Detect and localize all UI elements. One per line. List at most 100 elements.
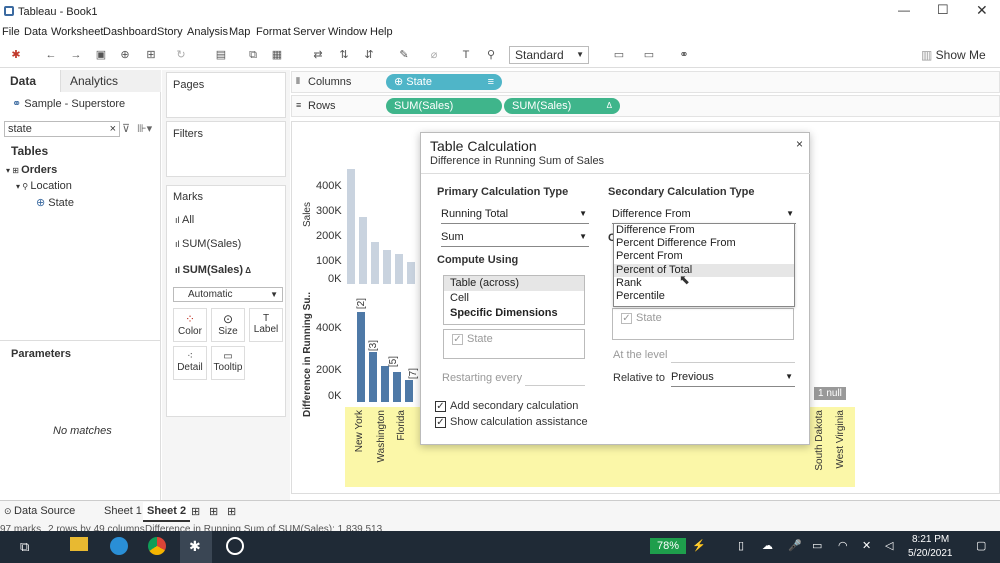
label-icon[interactable]: T: [459, 48, 473, 62]
secondary-calc-select[interactable]: Difference From ▼: [612, 206, 796, 224]
bottom-bar[interactable]: [369, 352, 377, 402]
pin-icon[interactable]: ⚲: [484, 48, 498, 62]
group-icon[interactable]: ⌀: [427, 48, 441, 62]
pill-sum-sales-2[interactable]: SUM(Sales) Δ: [504, 98, 620, 114]
pill-state[interactable]: ⊕ State ≡: [386, 74, 502, 90]
refresh-icon[interactable]: ↻: [174, 48, 188, 62]
volume-icon[interactable]: ◁: [885, 539, 893, 552]
detail-button[interactable]: ⁖ Detail: [173, 346, 207, 380]
cloud-icon[interactable]: ☁: [762, 539, 773, 552]
pause-icon[interactable]: ⊞: [144, 48, 158, 62]
rows-shelf[interactable]: ≡ Rows SUM(Sales) SUM(Sales) Δ: [291, 95, 1000, 117]
size-button[interactable]: ⊙ Size: [211, 308, 245, 342]
menu-format[interactable]: Format: [256, 26, 291, 38]
bottom-bar[interactable]: [357, 312, 365, 402]
state-label[interactable]: New York: [354, 410, 365, 452]
add-secondary-checkbox[interactable]: ✓ Add secondary calculation: [435, 400, 578, 412]
marks-sum-sales-2[interactable]: ıl SUM(Sales) Δ: [175, 264, 251, 276]
tray-icon[interactable]: ▯: [738, 539, 744, 552]
sheet2-tab[interactable]: Sheet 2: [143, 502, 191, 522]
state-label[interactable]: Washington: [376, 410, 387, 462]
datasource-name[interactable]: ⚭ Sample - Superstore: [12, 97, 125, 110]
marks-sum-sales[interactable]: ıl SUM(Sales): [175, 238, 241, 250]
filter-icon[interactable]: ⊽: [122, 122, 130, 135]
obs-icon[interactable]: [226, 537, 244, 555]
maximize-icon[interactable]: ☐: [937, 2, 949, 18]
state-label[interactable]: Florida: [396, 410, 407, 441]
view-mode-select[interactable]: Standard ▼: [509, 46, 589, 64]
option-percentile[interactable]: Percentile: [614, 290, 794, 304]
view-options-icon[interactable]: ⊪▾: [137, 122, 152, 135]
at-level-select[interactable]: [671, 362, 795, 363]
new-sheet-icon[interactable]: ▤: [214, 48, 228, 62]
option-rank[interactable]: Rank: [614, 277, 794, 290]
bottom-bar[interactable]: [405, 380, 413, 402]
menu-dashboard[interactable]: Dashboard: [103, 26, 157, 38]
clear-search-icon[interactable]: ×: [110, 122, 116, 136]
field-state[interactable]: ⊕ State: [36, 196, 74, 209]
compute-item-specific[interactable]: Specific Dimensions: [444, 306, 584, 321]
top-bar[interactable]: [371, 242, 379, 284]
top-bar[interactable]: [347, 169, 355, 284]
tooltip-button[interactable]: ▭ Tooltip: [211, 346, 245, 380]
microphone-icon[interactable]: 🎤: [788, 539, 802, 552]
undo-icon[interactable]: ←: [44, 48, 58, 62]
dim-state[interactable]: ✓ State: [444, 330, 584, 345]
task-view-icon[interactable]: ⧉: [20, 539, 29, 555]
notification-icon[interactable]: ▢: [976, 539, 986, 552]
pill-sum-sales[interactable]: SUM(Sales): [386, 98, 502, 114]
top-bar[interactable]: [395, 254, 403, 284]
sheet1-tab[interactable]: Sheet 1: [104, 505, 142, 517]
aggregation-select[interactable]: Sum ▼: [441, 229, 589, 247]
close-icon[interactable]: ✕: [976, 2, 988, 19]
highlight-icon[interactable]: ✎: [397, 48, 411, 62]
menu-file[interactable]: File: [2, 26, 20, 38]
menu-window[interactable]: Window: [328, 26, 367, 38]
state-label[interactable]: West Virginia: [835, 410, 846, 469]
menu-map[interactable]: Map: [229, 26, 250, 38]
table-orders[interactable]: ▾ ⊞ Orders: [6, 164, 57, 176]
option-percent-of-total[interactable]: Percent of Total: [614, 264, 794, 277]
option-difference-from[interactable]: Difference From: [614, 224, 794, 237]
compute-item-cell[interactable]: Cell: [444, 291, 584, 306]
bottom-bar[interactable]: [393, 372, 401, 402]
tableau-icon[interactable]: ✱: [9, 48, 23, 62]
minimize-icon[interactable]: —: [898, 3, 910, 17]
save-icon[interactable]: ▣: [94, 48, 108, 62]
clear-icon[interactable]: ▦: [270, 48, 284, 62]
redo-icon[interactable]: →: [69, 48, 83, 62]
tab-analytics[interactable]: Analytics: [60, 70, 161, 92]
relative-to-select[interactable]: Previous ▼: [671, 369, 795, 387]
sort-asc-icon[interactable]: ⇅: [337, 48, 351, 62]
presentation-icon[interactable]: ▭: [642, 48, 656, 62]
new-story-icon[interactable]: ⊞: [227, 505, 236, 518]
new-datasource-icon[interactable]: ⊕: [118, 48, 132, 62]
sort-desc-icon[interactable]: ⇵: [362, 48, 376, 62]
tab-data[interactable]: Data: [0, 70, 60, 92]
primary-calc-select[interactable]: Running Total ▼: [441, 206, 589, 224]
folder-location[interactable]: ▾ ⚲ Location: [16, 180, 72, 192]
menu-help[interactable]: Help: [370, 26, 393, 38]
show-assistance-checkbox[interactable]: ✓ Show calculation assistance: [435, 416, 588, 428]
menu-analysis[interactable]: Analysis: [187, 26, 228, 38]
marks-all[interactable]: ıl All: [175, 214, 194, 226]
bottom-bar[interactable]: [381, 366, 389, 402]
field-search-input[interactable]: state ×: [4, 121, 120, 137]
file-explorer-icon[interactable]: [70, 537, 88, 551]
cards-icon[interactable]: ▭: [612, 48, 626, 62]
menu-story[interactable]: Story: [157, 26, 183, 38]
wifi-icon[interactable]: ◠: [838, 539, 848, 552]
menu-data[interactable]: Data: [24, 26, 47, 38]
new-dashboard-icon[interactable]: ⊞: [209, 505, 218, 518]
null-indicator[interactable]: 1 null: [814, 387, 846, 400]
data-source-tab[interactable]: ⊙ Data Source: [4, 505, 75, 517]
top-bar[interactable]: [383, 250, 391, 284]
clock-date[interactable]: 5/20/2021: [908, 548, 953, 559]
swap-icon[interactable]: ⇄: [311, 48, 325, 62]
show-me-button[interactable]: ▥ Show Me: [921, 48, 986, 62]
menu-server[interactable]: Server: [293, 26, 325, 38]
duplicate-icon[interactable]: ⧉: [246, 48, 260, 62]
top-bar[interactable]: [359, 217, 367, 284]
mute-icon[interactable]: ✕: [862, 539, 871, 552]
top-bar[interactable]: [407, 262, 415, 284]
